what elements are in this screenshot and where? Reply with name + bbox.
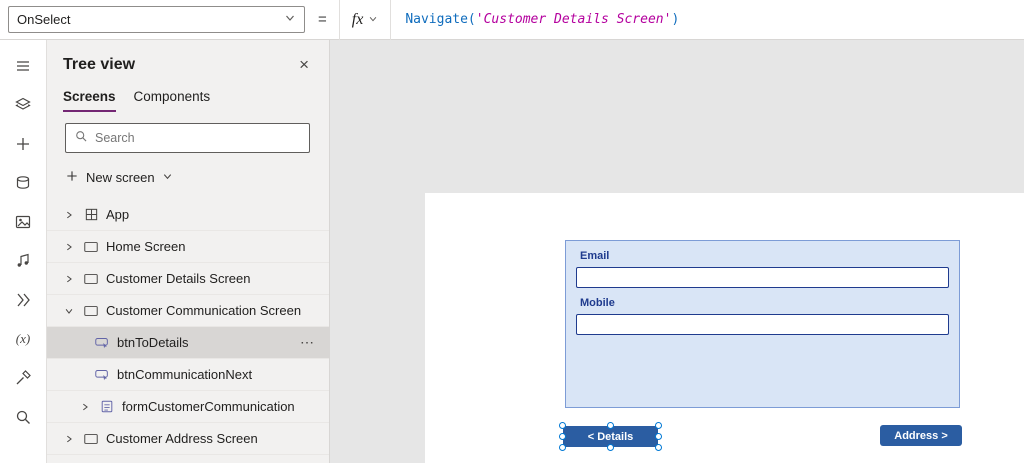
canvas-region: Email Mobile < Details Address >	[330, 40, 1024, 463]
property-selector-value: OnSelect	[17, 12, 70, 27]
tree-row-customer-communication-screen[interactable]: Customer Communication Screen	[47, 295, 329, 327]
selection-handle[interactable]	[655, 433, 662, 440]
new-screen-label: New screen	[86, 170, 155, 185]
tree-row-label: Customer Address Screen	[106, 431, 258, 446]
formula-function: Navigate(	[405, 12, 475, 27]
tree-row-customer-details-screen[interactable]: Customer Details Screen	[47, 263, 329, 295]
button-control-icon	[93, 367, 111, 383]
left-navigation-rail: (x)	[0, 40, 47, 463]
advanced-tools-icon[interactable]	[7, 362, 39, 394]
power-automate-icon[interactable]	[7, 284, 39, 316]
app-icon	[82, 207, 100, 223]
chevron-right-icon[interactable]	[61, 239, 76, 255]
address-button[interactable]: Address >	[880, 425, 962, 446]
app-artboard: Email Mobile < Details Address >	[425, 193, 1024, 463]
tree-row-btn-to-details[interactable]: btnToDetails ⋯	[47, 327, 329, 359]
button-control-icon	[93, 335, 111, 351]
formula-close-paren: )	[671, 12, 679, 27]
panel-title: Tree view	[63, 56, 135, 74]
tree-search-box	[65, 123, 310, 153]
chevron-right-icon[interactable]	[61, 207, 76, 223]
variables-glyph: (x)	[16, 331, 30, 347]
equals-sign: =	[318, 11, 327, 28]
tree-row-form-customer-communication[interactable]: formCustomerCommunication	[47, 391, 329, 423]
property-selector-dropdown[interactable]: OnSelect	[8, 6, 305, 33]
screen-icon	[82, 271, 100, 287]
tree-row-home-screen[interactable]: Home Screen	[47, 231, 329, 263]
selection-handle[interactable]	[655, 444, 662, 451]
details-button-label: < Details	[588, 431, 634, 443]
email-label: Email	[580, 250, 609, 262]
row-overflow-button[interactable]: ⋯	[300, 334, 315, 351]
tree-row-label: Home Screen	[106, 239, 185, 254]
chevron-down-icon	[368, 11, 378, 29]
search-icon[interactable]	[7, 401, 39, 433]
selection-handle[interactable]	[559, 433, 566, 440]
mobile-label: Mobile	[580, 297, 615, 309]
tree-row-label: Customer Details Screen	[106, 271, 251, 286]
chevron-right-icon[interactable]	[61, 431, 76, 447]
media-audio-icon[interactable]	[7, 245, 39, 277]
chevron-right-icon[interactable]	[77, 399, 92, 415]
tree-row-label: formCustomerCommunication	[122, 399, 295, 414]
chevron-down-icon	[162, 170, 173, 185]
fx-button[interactable]: fx	[339, 0, 392, 40]
tree-row-label: App	[106, 207, 129, 222]
formula-input[interactable]: Navigate('Customer Details Screen')	[405, 12, 1024, 27]
email-input[interactable]	[576, 267, 949, 288]
data-icon[interactable]	[7, 167, 39, 199]
chevron-right-icon[interactable]	[61, 271, 76, 287]
tree-row-label: btnToDetails	[117, 335, 189, 350]
selection-handle[interactable]	[607, 444, 614, 451]
tree-row-label: Customer Communication Screen	[106, 303, 301, 318]
media-icon[interactable]	[7, 206, 39, 238]
tree-view-tabs: Screens Components	[47, 75, 329, 112]
tree-view-icon[interactable]	[7, 89, 39, 121]
screen-icon	[82, 431, 100, 447]
selection-handle[interactable]	[559, 444, 566, 451]
menu-icon[interactable]	[7, 50, 39, 82]
tab-screens[interactable]: Screens	[63, 89, 116, 112]
screen-icon	[82, 239, 100, 255]
search-icon	[74, 129, 88, 148]
new-screen-button[interactable]: New screen	[65, 163, 329, 191]
insert-icon[interactable]	[7, 128, 39, 160]
form-control-icon	[98, 399, 116, 415]
tree-row-customer-address-screen[interactable]: Customer Address Screen	[47, 423, 329, 455]
tree-row-label: btnCommunicationNext	[117, 367, 252, 382]
screen-icon	[82, 303, 100, 319]
tree-row-btn-communication-next[interactable]: btnCommunicationNext	[47, 359, 329, 391]
fx-label: fx	[352, 11, 364, 29]
tree-row-app[interactable]: App	[47, 199, 329, 231]
mobile-input[interactable]	[576, 314, 949, 335]
plus-icon	[65, 169, 79, 186]
chevron-down-icon	[284, 12, 296, 27]
address-button-label: Address >	[894, 430, 948, 442]
selection-handle[interactable]	[559, 422, 566, 429]
formula-string-argument: 'Customer Details Screen'	[476, 12, 672, 27]
tree-view-panel: Tree view × Screens Components New scree…	[47, 40, 330, 463]
close-icon[interactable]: ×	[293, 54, 315, 75]
tree-rows: App Home Screen Customer Details Screen …	[47, 199, 329, 455]
chevron-expanded-icon[interactable]	[61, 303, 76, 319]
search-input[interactable]	[95, 131, 301, 145]
form-customer-communication: Email Mobile	[565, 240, 960, 408]
formula-bar: OnSelect = fx Navigate('Customer Details…	[0, 0, 1024, 40]
tree-view-header: Tree view ×	[47, 40, 329, 75]
selection-handle[interactable]	[655, 422, 662, 429]
tab-components[interactable]: Components	[134, 89, 211, 112]
selected-control-wrapper: < Details	[563, 426, 658, 447]
selection-handle[interactable]	[607, 422, 614, 429]
variables-icon[interactable]: (x)	[7, 323, 39, 355]
